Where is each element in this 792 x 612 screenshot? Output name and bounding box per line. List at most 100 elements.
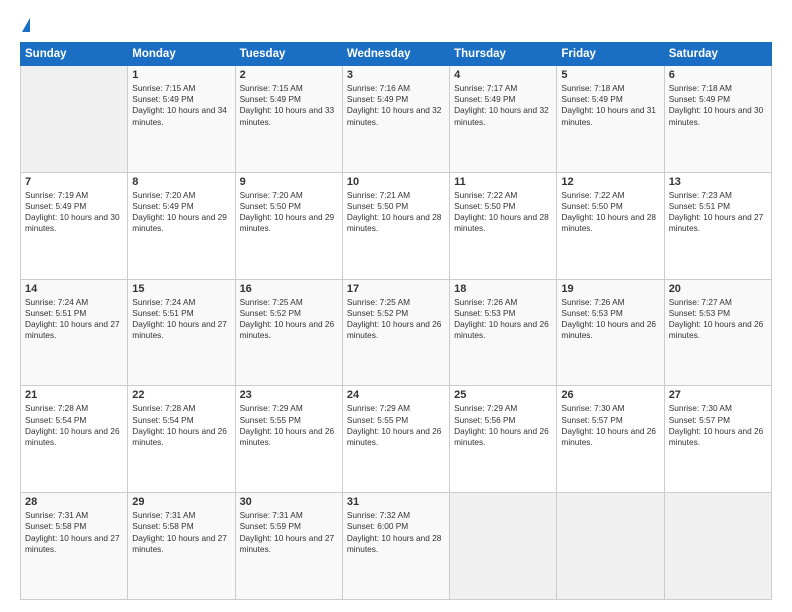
day-number: 9 (240, 176, 338, 188)
calendar-cell: 14 Sunrise: 7:24 AM Sunset: 5:51 PM Dayl… (21, 279, 128, 386)
calendar-cell: 12 Sunrise: 7:22 AM Sunset: 5:50 PM Dayl… (557, 172, 664, 279)
day-number: 27 (669, 389, 767, 401)
day-number: 31 (347, 496, 445, 508)
calendar-week-row: 28 Sunrise: 7:31 AM Sunset: 5:58 PM Dayl… (21, 493, 772, 600)
day-number: 28 (25, 496, 123, 508)
calendar-cell: 19 Sunrise: 7:26 AM Sunset: 5:53 PM Dayl… (557, 279, 664, 386)
day-header-friday: Friday (557, 43, 664, 66)
day-header-thursday: Thursday (450, 43, 557, 66)
day-number: 26 (561, 389, 659, 401)
cell-info: Sunrise: 7:25 AM Sunset: 5:52 PM Dayligh… (240, 297, 338, 342)
calendar-cell: 25 Sunrise: 7:29 AM Sunset: 5:56 PM Dayl… (450, 386, 557, 493)
calendar-cell: 10 Sunrise: 7:21 AM Sunset: 5:50 PM Dayl… (342, 172, 449, 279)
calendar-header-row: SundayMondayTuesdayWednesdayThursdayFrid… (21, 43, 772, 66)
calendar-cell (664, 493, 771, 600)
calendar-cell (21, 66, 128, 173)
day-number: 10 (347, 176, 445, 188)
header (20, 18, 772, 32)
day-number: 18 (454, 283, 552, 295)
calendar-table: SundayMondayTuesdayWednesdayThursdayFrid… (20, 42, 772, 600)
cell-info: Sunrise: 7:22 AM Sunset: 5:50 PM Dayligh… (454, 190, 552, 235)
cell-info: Sunrise: 7:17 AM Sunset: 5:49 PM Dayligh… (454, 83, 552, 128)
calendar-week-row: 14 Sunrise: 7:24 AM Sunset: 5:51 PM Dayl… (21, 279, 772, 386)
day-number: 5 (561, 69, 659, 81)
calendar-cell: 6 Sunrise: 7:18 AM Sunset: 5:49 PM Dayli… (664, 66, 771, 173)
page: SundayMondayTuesdayWednesdayThursdayFrid… (0, 0, 792, 612)
day-number: 13 (669, 176, 767, 188)
cell-info: Sunrise: 7:31 AM Sunset: 5:59 PM Dayligh… (240, 510, 338, 555)
calendar-cell: 9 Sunrise: 7:20 AM Sunset: 5:50 PM Dayli… (235, 172, 342, 279)
day-number: 1 (132, 69, 230, 81)
calendar-cell: 13 Sunrise: 7:23 AM Sunset: 5:51 PM Dayl… (664, 172, 771, 279)
cell-info: Sunrise: 7:16 AM Sunset: 5:49 PM Dayligh… (347, 83, 445, 128)
cell-info: Sunrise: 7:31 AM Sunset: 5:58 PM Dayligh… (132, 510, 230, 555)
day-number: 3 (347, 69, 445, 81)
day-number: 17 (347, 283, 445, 295)
day-number: 12 (561, 176, 659, 188)
cell-info: Sunrise: 7:24 AM Sunset: 5:51 PM Dayligh… (25, 297, 123, 342)
day-number: 11 (454, 176, 552, 188)
day-header-wednesday: Wednesday (342, 43, 449, 66)
calendar-cell: 22 Sunrise: 7:28 AM Sunset: 5:54 PM Dayl… (128, 386, 235, 493)
day-number: 25 (454, 389, 552, 401)
cell-info: Sunrise: 7:15 AM Sunset: 5:49 PM Dayligh… (240, 83, 338, 128)
cell-info: Sunrise: 7:20 AM Sunset: 5:49 PM Dayligh… (132, 190, 230, 235)
cell-info: Sunrise: 7:15 AM Sunset: 5:49 PM Dayligh… (132, 83, 230, 128)
day-number: 29 (132, 496, 230, 508)
calendar-cell: 11 Sunrise: 7:22 AM Sunset: 5:50 PM Dayl… (450, 172, 557, 279)
day-header-tuesday: Tuesday (235, 43, 342, 66)
cell-info: Sunrise: 7:20 AM Sunset: 5:50 PM Dayligh… (240, 190, 338, 235)
cell-info: Sunrise: 7:19 AM Sunset: 5:49 PM Dayligh… (25, 190, 123, 235)
day-number: 7 (25, 176, 123, 188)
day-number: 19 (561, 283, 659, 295)
cell-info: Sunrise: 7:26 AM Sunset: 5:53 PM Dayligh… (561, 297, 659, 342)
day-number: 24 (347, 389, 445, 401)
day-number: 16 (240, 283, 338, 295)
calendar-cell: 27 Sunrise: 7:30 AM Sunset: 5:57 PM Dayl… (664, 386, 771, 493)
calendar-cell: 16 Sunrise: 7:25 AM Sunset: 5:52 PM Dayl… (235, 279, 342, 386)
day-number: 4 (454, 69, 552, 81)
cell-info: Sunrise: 7:25 AM Sunset: 5:52 PM Dayligh… (347, 297, 445, 342)
cell-info: Sunrise: 7:27 AM Sunset: 5:53 PM Dayligh… (669, 297, 767, 342)
day-number: 15 (132, 283, 230, 295)
calendar-cell: 15 Sunrise: 7:24 AM Sunset: 5:51 PM Dayl… (128, 279, 235, 386)
day-header-monday: Monday (128, 43, 235, 66)
cell-info: Sunrise: 7:24 AM Sunset: 5:51 PM Dayligh… (132, 297, 230, 342)
cell-info: Sunrise: 7:29 AM Sunset: 5:56 PM Dayligh… (454, 403, 552, 448)
calendar-cell: 2 Sunrise: 7:15 AM Sunset: 5:49 PM Dayli… (235, 66, 342, 173)
calendar-week-row: 1 Sunrise: 7:15 AM Sunset: 5:49 PM Dayli… (21, 66, 772, 173)
cell-info: Sunrise: 7:32 AM Sunset: 6:00 PM Dayligh… (347, 510, 445, 555)
calendar-cell: 29 Sunrise: 7:31 AM Sunset: 5:58 PM Dayl… (128, 493, 235, 600)
cell-info: Sunrise: 7:18 AM Sunset: 5:49 PM Dayligh… (561, 83, 659, 128)
cell-info: Sunrise: 7:21 AM Sunset: 5:50 PM Dayligh… (347, 190, 445, 235)
cell-info: Sunrise: 7:26 AM Sunset: 5:53 PM Dayligh… (454, 297, 552, 342)
day-number: 14 (25, 283, 123, 295)
day-number: 2 (240, 69, 338, 81)
day-number: 20 (669, 283, 767, 295)
calendar-week-row: 7 Sunrise: 7:19 AM Sunset: 5:49 PM Dayli… (21, 172, 772, 279)
cell-info: Sunrise: 7:30 AM Sunset: 5:57 PM Dayligh… (561, 403, 659, 448)
cell-info: Sunrise: 7:29 AM Sunset: 5:55 PM Dayligh… (240, 403, 338, 448)
cell-info: Sunrise: 7:30 AM Sunset: 5:57 PM Dayligh… (669, 403, 767, 448)
day-number: 30 (240, 496, 338, 508)
day-number: 21 (25, 389, 123, 401)
cell-info: Sunrise: 7:28 AM Sunset: 5:54 PM Dayligh… (25, 403, 123, 448)
cell-info: Sunrise: 7:18 AM Sunset: 5:49 PM Dayligh… (669, 83, 767, 128)
calendar-cell: 8 Sunrise: 7:20 AM Sunset: 5:49 PM Dayli… (128, 172, 235, 279)
calendar-cell: 28 Sunrise: 7:31 AM Sunset: 5:58 PM Dayl… (21, 493, 128, 600)
cell-info: Sunrise: 7:31 AM Sunset: 5:58 PM Dayligh… (25, 510, 123, 555)
calendar-cell: 1 Sunrise: 7:15 AM Sunset: 5:49 PM Dayli… (128, 66, 235, 173)
calendar-cell: 17 Sunrise: 7:25 AM Sunset: 5:52 PM Dayl… (342, 279, 449, 386)
calendar-cell: 23 Sunrise: 7:29 AM Sunset: 5:55 PM Dayl… (235, 386, 342, 493)
calendar-cell: 5 Sunrise: 7:18 AM Sunset: 5:49 PM Dayli… (557, 66, 664, 173)
calendar-cell: 20 Sunrise: 7:27 AM Sunset: 5:53 PM Dayl… (664, 279, 771, 386)
cell-info: Sunrise: 7:22 AM Sunset: 5:50 PM Dayligh… (561, 190, 659, 235)
calendar-cell: 18 Sunrise: 7:26 AM Sunset: 5:53 PM Dayl… (450, 279, 557, 386)
calendar-cell: 24 Sunrise: 7:29 AM Sunset: 5:55 PM Dayl… (342, 386, 449, 493)
calendar-cell: 3 Sunrise: 7:16 AM Sunset: 5:49 PM Dayli… (342, 66, 449, 173)
calendar-cell: 26 Sunrise: 7:30 AM Sunset: 5:57 PM Dayl… (557, 386, 664, 493)
cell-info: Sunrise: 7:29 AM Sunset: 5:55 PM Dayligh… (347, 403, 445, 448)
cell-info: Sunrise: 7:23 AM Sunset: 5:51 PM Dayligh… (669, 190, 767, 235)
day-number: 23 (240, 389, 338, 401)
day-header-sunday: Sunday (21, 43, 128, 66)
